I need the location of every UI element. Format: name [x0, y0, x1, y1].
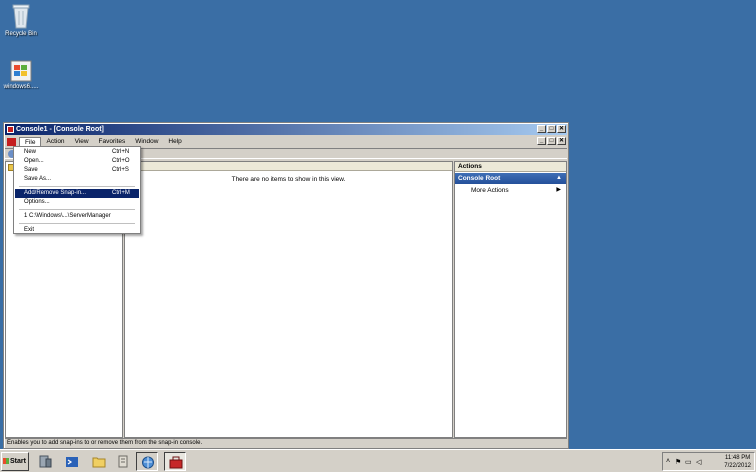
actions-pane: Actions Console Root ▲ More Actions ▶: [454, 161, 567, 438]
window-title: Console1 - [Console Root]: [16, 126, 104, 133]
chevron-up-icon[interactable]: ˄: [666, 458, 670, 465]
start-button[interactable]: Start: [1, 452, 29, 471]
desktop-icon-windows-file[interactable]: windows6.....: [1, 60, 41, 90]
minimize-button[interactable]: _: [537, 125, 546, 133]
system-tray: ˄ ⚑ ▭ ◁ 11:48 PM 7/22/2012: [662, 452, 755, 471]
monitor-icon[interactable]: ▭: [685, 458, 692, 466]
menu-item-save-as-label: Save As...: [24, 176, 52, 182]
recycle-bin-label: Recycle Bin: [5, 31, 37, 37]
clock-time: 11:48 PM: [725, 455, 751, 461]
menu-item-options-label: Options...: [24, 199, 50, 205]
menu-item-add-remove-snap-in-label: Add/Remove Snap-in...: [24, 190, 87, 196]
menu-item-save[interactable]: Save Ctrl+S: [15, 166, 139, 175]
menu-item-recent-file-label: 1 C:\Windows\...\ServerManager: [24, 213, 111, 219]
mdi-close-button[interactable]: ✕: [557, 137, 566, 145]
taskbar-network[interactable]: [136, 452, 158, 471]
more-actions-label: More Actions: [471, 187, 509, 194]
menu-item-new[interactable]: New Ctrl+N: [15, 148, 139, 157]
actions-header: Actions: [455, 162, 566, 172]
taskbar: Start ˄ ⚑ ▭ ◁ 11:48 PM 7/22/2012: [0, 449, 756, 472]
menu-item-options[interactable]: Options...: [15, 198, 139, 207]
menu-item-open-shortcut: Ctrl+O: [112, 158, 130, 164]
menu-item-new-label: New: [24, 149, 37, 155]
desktop-icon-recycle-bin[interactable]: Recycle Bin: [1, 3, 41, 37]
mdi-minimize-button[interactable]: _: [537, 137, 546, 145]
start-label: Start: [10, 458, 26, 465]
recycle-bin-icon: [12, 4, 30, 29]
clock[interactable]: 11:48 PM 7/22/2012: [724, 454, 751, 470]
menu-item-open-label: Open...: [24, 158, 44, 164]
console-icon: [7, 126, 14, 133]
title-bar[interactable]: Console1 - [Console Root] _ □ ✕: [5, 124, 567, 135]
network-icon: [142, 456, 154, 469]
mdi-restore-button[interactable]: □: [547, 137, 556, 145]
server-manager-icon: [39, 455, 52, 468]
actions-section-label: Console Root: [458, 175, 501, 182]
taskbar-tools[interactable]: [112, 452, 134, 471]
menu-item-exit-label: Exit: [24, 227, 35, 233]
taskbar-powershell[interactable]: [61, 452, 83, 471]
tools-icon: [118, 455, 128, 468]
empty-view-message: There are no items to show in this view.: [231, 176, 346, 183]
mdi-console-icon[interactable]: [7, 137, 16, 146]
more-actions-item[interactable]: More Actions ▶: [455, 184, 566, 197]
menu-item-save-as[interactable]: Save As...: [15, 175, 139, 184]
list-header[interactable]: [125, 162, 452, 171]
folder-icon: [92, 457, 106, 468]
close-button[interactable]: ✕: [557, 125, 566, 133]
menu-file[interactable]: File: [19, 136, 42, 147]
submenu-arrow-icon: ▶: [556, 187, 561, 193]
menu-item-save-label: Save: [24, 167, 38, 173]
powershell-icon: [66, 457, 78, 467]
toolbox-icon: [169, 456, 183, 469]
windows-file-label: windows6.....: [3, 84, 39, 90]
windows-logo-icon: [3, 458, 9, 464]
menu-item-add-remove-snap-in-shortcut: Ctrl+M: [112, 190, 130, 196]
taskbar-mmc-console[interactable]: [164, 452, 186, 471]
volume-icon[interactable]: ◁: [696, 458, 701, 466]
menu-item-open[interactable]: Open... Ctrl+O: [15, 157, 139, 166]
flag-icon[interactable]: ⚑: [675, 458, 681, 466]
menu-item-new-shortcut: Ctrl+N: [112, 149, 130, 155]
status-bar: Enables you to add snap-ins to or remove…: [5, 438, 567, 447]
result-pane[interactable]: There are no items to show in this view.: [124, 161, 453, 438]
taskbar-server-manager[interactable]: [34, 452, 56, 471]
menu-item-recent-file[interactable]: 1 C:\Windows\...\ServerManager: [15, 212, 139, 221]
file-icon: [10, 60, 32, 82]
menu-item-add-remove-snap-in[interactable]: Add/Remove Snap-in... Ctrl+M: [15, 189, 139, 198]
clock-date: 7/22/2012: [724, 463, 751, 469]
actions-section-console-root[interactable]: Console Root ▲: [455, 173, 566, 184]
menu-item-save-shortcut: Ctrl+S: [112, 167, 129, 173]
collapse-icon[interactable]: ▲: [556, 173, 562, 184]
taskbar-explorer[interactable]: [88, 452, 110, 471]
maximize-button[interactable]: □: [547, 125, 556, 133]
menu-item-exit[interactable]: Exit: [15, 226, 139, 235]
file-menu-dropdown: New Ctrl+N Open... Ctrl+O Save Ctrl+S Sa…: [13, 146, 141, 234]
menu-help[interactable]: Help: [163, 136, 186, 147]
